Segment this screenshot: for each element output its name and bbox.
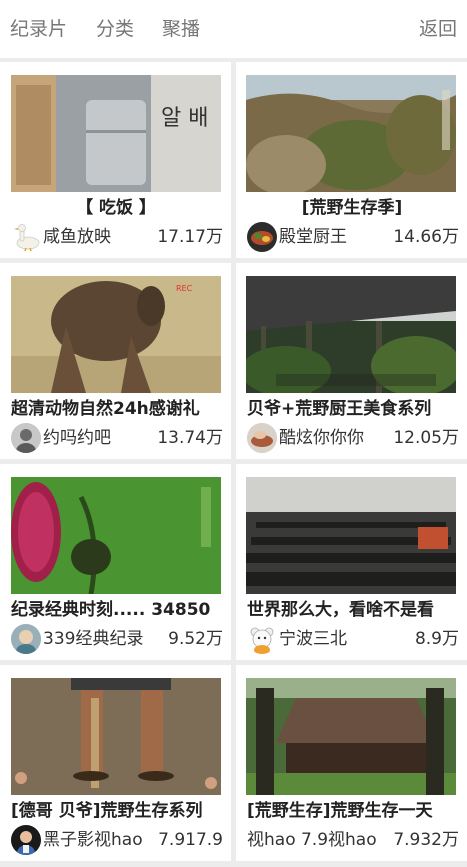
author-row: 约吗约吧 13.74万 (11, 423, 223, 453)
view-count: 13.74万 (157, 428, 223, 448)
author-name[interactable]: 339经典纪录 (43, 626, 153, 652)
author-row: 宁波三北 8.9万 (247, 624, 459, 654)
video-thumbnail[interactable] (246, 75, 456, 192)
goose-avatar[interactable] (11, 222, 41, 252)
view-count: 17.17万 (157, 227, 223, 247)
video-card[interactable]: 纪录经典时刻..... 34850 339经典纪录 9.52万 (0, 464, 231, 660)
top-bar: 纪录片 分类 聚播 返回 (0, 0, 467, 58)
video-title[interactable]: [荒野生存]荒野生存一天 (247, 799, 462, 823)
author-row: 黑子影视hao 7.917.9 (11, 825, 223, 855)
author-row: 339经典纪录 9.52万 (11, 624, 223, 654)
video-thumbnail[interactable] (246, 678, 456, 795)
person-avatar[interactable] (11, 423, 41, 453)
view-count: 8.9万 (414, 629, 459, 649)
video-title[interactable]: 纪录经典时刻..... 34850 (11, 598, 226, 622)
svg-text:알 배: 알 배 (161, 106, 208, 131)
video-card[interactable]: 贝爷+荒野厨王美食系列 酷炫你你你 12.05万 (236, 263, 467, 459)
hand-avatar[interactable] (247, 423, 277, 453)
view-count: 7.932万 (393, 830, 459, 850)
video-thumbnail[interactable]: REC (11, 276, 221, 393)
tab-aggregate[interactable]: 聚播 (162, 16, 200, 42)
video-thumbnail[interactable] (11, 477, 221, 594)
author-name[interactable]: 殿堂厨王 (279, 224, 389, 250)
video-title[interactable]: 【 吃饭 】 (11, 196, 221, 220)
author-name[interactable]: 咸鱼放映 (43, 224, 153, 250)
bear-avatar[interactable] (247, 624, 277, 654)
author-row: 殿堂厨王 14.66万 (247, 222, 459, 252)
back-button[interactable]: 返回 (419, 16, 457, 42)
view-count: 14.66万 (393, 227, 459, 247)
author-row: 酷炫你你你 12.05万 (247, 423, 459, 453)
video-title[interactable]: 世界那么大，看啥不是看 (247, 598, 462, 622)
tab-category[interactable]: 分类 (96, 16, 134, 42)
author-row: 视hao 7.9视hao 7.932万 (247, 825, 459, 855)
video-card[interactable]: 알 배 【 吃饭 】 咸鱼放映 17.17万 (0, 62, 231, 258)
video-title[interactable]: 贝爷+荒野厨王美食系列 (247, 397, 462, 421)
food-avatar[interactable] (247, 222, 277, 252)
video-card[interactable]: 世界那么大，看啥不是看 宁波三北 8.9万 (236, 464, 467, 660)
video-card[interactable]: [德哥 贝爷]荒野生存系列 黑子影视hao 7.917.9 (0, 665, 231, 861)
author-name[interactable]: 约吗约吧 (43, 425, 153, 451)
author-row: 咸鱼放映 17.17万 (11, 222, 223, 252)
video-card[interactable]: [荒野生存季] 殿堂厨王 14.66万 (236, 62, 467, 258)
video-thumbnail[interactable] (246, 477, 456, 594)
video-title[interactable]: 超清动物自然24h感谢礼 (11, 397, 226, 421)
video-title[interactable]: [荒野生存季] (247, 196, 457, 220)
video-card[interactable]: REC 超清动物自然24h感谢礼 约吗约吧 13.74万 (0, 263, 231, 459)
author-name[interactable]: 宁波三北 (279, 626, 389, 652)
author-name[interactable]: 酷炫你你你 (279, 425, 389, 451)
video-thumbnail[interactable] (246, 276, 456, 393)
video-thumbnail[interactable]: 알 배 (11, 75, 221, 192)
video-thumbnail[interactable] (11, 678, 221, 795)
view-count: 9.52万 (168, 629, 223, 649)
cartoon-avatar[interactable] (11, 624, 41, 654)
author-name[interactable]: 黑子影视hao (43, 827, 153, 853)
author-name[interactable]: 视hao 7.9视hao (247, 827, 387, 853)
view-count: 12.05万 (393, 428, 459, 448)
video-card[interactable]: [荒野生存]荒野生存一天 视hao 7.9视hao 7.932万 (236, 665, 467, 861)
man-avatar[interactable] (11, 825, 41, 855)
view-count: 7.917.9 (158, 830, 223, 850)
svg-text:REC: REC (176, 284, 193, 293)
tab-documentary[interactable]: 纪录片 (10, 16, 67, 42)
video-title[interactable]: [德哥 贝爷]荒野生存系列 (11, 799, 226, 823)
